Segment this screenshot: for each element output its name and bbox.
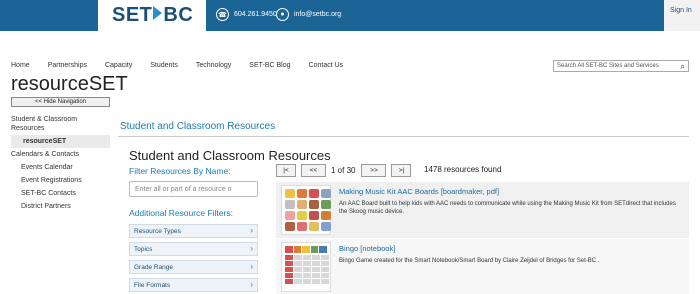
filter-resource-types-label: Resource Types [134, 228, 181, 235]
page-title: Student and Classroom Resources [129, 148, 331, 163]
result-description: Bingo Game created for the Smart Noteboo… [339, 258, 600, 264]
sidebar-item-resourceset[interactable]: resourceSET [11, 135, 110, 148]
phone-icon: ☎ [216, 8, 229, 21]
phone-contact: ☎ 604.261.9450 [216, 8, 277, 21]
section-heading[interactable]: Student and Classroom Resources [120, 121, 275, 132]
sidebar-item-event-registrations[interactable]: Event Registrations [11, 174, 110, 187]
nav-students[interactable]: Students [150, 62, 178, 69]
prev-page-button[interactable]: << [301, 164, 326, 177]
email-contact[interactable]: ● info@setbc.org [276, 8, 341, 21]
result-title[interactable]: Bingo [notebook] [339, 244, 395, 253]
bingo-image [282, 243, 330, 287]
aac-board-image [282, 186, 331, 234]
nav-partnerships[interactable]: Partnerships [48, 62, 87, 69]
chevron-right-icon: › [250, 226, 253, 235]
email-address[interactable]: info@setbc.org [294, 11, 341, 18]
result-item: Making Music Kit AAC Boards [boardmaker,… [276, 182, 689, 238]
user-icon: ● [276, 8, 289, 21]
logo-right-text: BC [163, 4, 194, 26]
logo-left-text: SET [112, 4, 153, 26]
search-placeholder: Search All SET-BC Sites and Services [557, 63, 659, 69]
filter-name-input[interactable]: Enter all or part of a resource n [129, 181, 258, 197]
filter-resource-types[interactable]: Resource Types › [129, 224, 258, 238]
nav-contact-us[interactable]: Contact Us [309, 62, 344, 69]
sidebar: Student & Classroom Resources resourceSE… [11, 113, 110, 213]
sign-in-button[interactable]: Sign In [664, 0, 700, 31]
last-page-button[interactable]: >| [391, 164, 412, 177]
additional-filters-label: Additional Resource Filters: [129, 208, 233, 218]
search-icon[interactable]: ⌕ [681, 62, 685, 72]
site-search-input[interactable]: Search All SET-BC Sites and Services ⌕ [553, 60, 689, 72]
phone-number: 604.261.9450 [234, 11, 277, 18]
filter-grade-range-label: Grade Range [134, 264, 174, 271]
hide-navigation-button[interactable]: << Hide Navigation [11, 97, 110, 107]
sidebar-item-district-partners[interactable]: District Partners [11, 200, 110, 213]
site-title[interactable]: resourceSET [11, 73, 128, 96]
sidebar-item-student-classroom[interactable]: Student & Classroom Resources [11, 113, 110, 135]
result-thumbnail[interactable] [281, 185, 331, 235]
results-count: 1478 resources found [424, 165, 502, 174]
result-thumbnail[interactable] [281, 242, 331, 292]
next-page-button[interactable]: >> [361, 164, 387, 177]
chevron-right-icon: › [250, 244, 253, 253]
nav-capacity[interactable]: Capacity [105, 62, 132, 69]
first-page-button[interactable]: |< [276, 164, 296, 177]
heading-divider [118, 136, 689, 137]
chevron-right-icon: › [250, 280, 253, 289]
setbc-logo[interactable]: SET BC [112, 4, 193, 27]
filter-topics-label: Topics [134, 246, 153, 253]
filter-file-formats-label: File Formats [134, 282, 171, 289]
nav-setbc-blog[interactable]: SET-BC Blog [249, 62, 290, 69]
sidebar-item-calendars-contacts[interactable]: Calendars & Contacts [11, 148, 110, 161]
chevron-right-icon: › [250, 262, 253, 271]
result-title[interactable]: Making Music Kit AAC Boards [boardmaker,… [339, 187, 499, 196]
sidebar-item-events-calendar[interactable]: Events Calendar [11, 161, 110, 174]
result-description: An AAC Board built to help kids with AAC… [339, 201, 676, 215]
result-item: Bingo [notebook] Bingo Game created for … [276, 239, 689, 294]
filter-file-formats[interactable]: File Formats › [129, 278, 258, 292]
filter-topics[interactable]: Topics › [129, 242, 258, 256]
nav-home[interactable]: Home [11, 62, 30, 69]
main-nav: Home Partnerships Capacity Students Tech… [11, 62, 361, 69]
pager: |< << 1 of 30 >> >| [276, 164, 416, 177]
page-indicator: 1 of 30 [331, 166, 356, 175]
nav-technology[interactable]: Technology [196, 62, 231, 69]
filter-name-placeholder: Enter all or part of a resource n [135, 186, 232, 193]
sidebar-item-setbc-contacts[interactable]: SET-BC Contacts [11, 187, 110, 200]
logo-triangle-icon [153, 6, 163, 20]
filter-grade-range[interactable]: Grade Range › [129, 260, 258, 274]
filter-by-name-label: Filter Resources By Name: [129, 166, 231, 176]
